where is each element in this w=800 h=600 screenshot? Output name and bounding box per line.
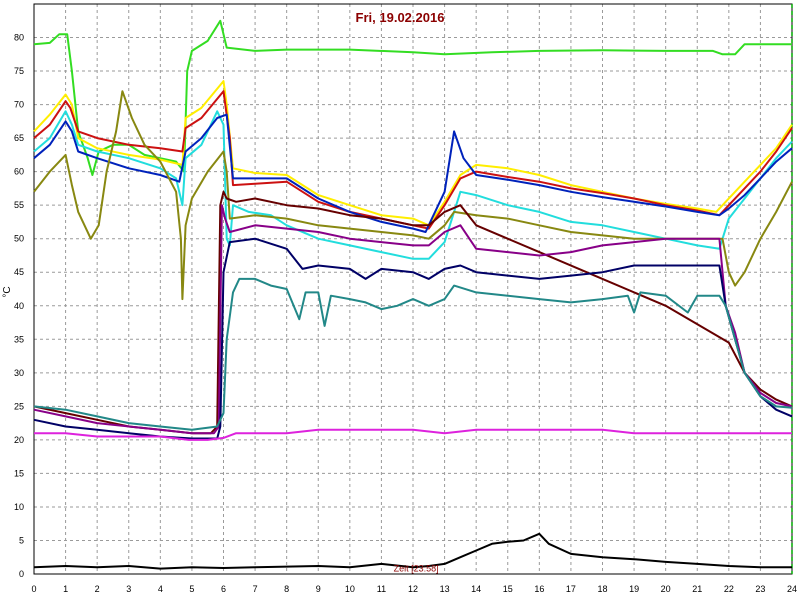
x-tick-label: 22 <box>724 584 734 594</box>
y-tick-label: 40 <box>14 301 24 311</box>
annotations: Zeit [23:58] <box>394 563 439 573</box>
x-tick-label: 4 <box>158 584 163 594</box>
y-tick-label: 15 <box>14 468 24 478</box>
y-tick-label: 30 <box>14 368 24 378</box>
y-axis-label: °C <box>2 286 13 297</box>
y-tick-label: 75 <box>14 66 24 76</box>
x-tick-label: 10 <box>345 584 355 594</box>
y-tick-label: 5 <box>19 535 24 545</box>
y-tick-label: 0 <box>19 569 24 579</box>
x-tick-label: 7 <box>253 584 258 594</box>
y-tick-label: 55 <box>14 200 24 210</box>
y-tick-label: 10 <box>14 502 24 512</box>
chart-title: Fri, 19.02.2016 <box>356 10 445 25</box>
x-tick-label: 19 <box>629 584 639 594</box>
y-tick-label: 35 <box>14 334 24 344</box>
x-tick-label: 16 <box>534 584 544 594</box>
x-tick-label: 15 <box>503 584 513 594</box>
y-tick-label: 70 <box>14 100 24 110</box>
x-tick-label: 21 <box>692 584 702 594</box>
line-chart: 0 1 2 3 4 5 6 7 8 9 10 11 12 13 14 15 16 17 18 19 20 21 22 23 24… <box>0 0 800 600</box>
time-annotation: Zeit [23:58] <box>394 563 439 573</box>
x-tick-label: 9 <box>316 584 321 594</box>
x-tick-label: 3 <box>126 584 131 594</box>
x-tick-label: 5 <box>189 584 194 594</box>
y-tick-label: 65 <box>14 133 24 143</box>
x-tick-label: 8 <box>284 584 289 594</box>
x-tick-label: 20 <box>661 584 671 594</box>
y-tick-label: 45 <box>14 267 24 277</box>
x-tick-label: 23 <box>755 584 765 594</box>
x-tick-label: 2 <box>95 584 100 594</box>
y-tick-label: 60 <box>14 167 24 177</box>
x-tick-label: 13 <box>440 584 450 594</box>
chart-container: 0 1 2 3 4 5 6 7 8 9 10 11 12 13 14 15 16 17 18 19 20 21 22 23 24… <box>0 0 800 600</box>
y-tick-label: 20 <box>14 435 24 445</box>
x-tick-label: 11 <box>377 584 386 594</box>
x-tick-label: 14 <box>471 584 481 594</box>
x-tick-label: 6 <box>221 584 226 594</box>
x-tick-label: 24 <box>787 584 797 594</box>
x-tick-label: 17 <box>566 584 576 594</box>
y-tick-label: 25 <box>14 401 24 411</box>
y-tick-label: 50 <box>14 234 24 244</box>
x-tick-label: 0 <box>31 584 36 594</box>
chart-background <box>0 0 800 600</box>
x-tick-label: 12 <box>408 584 418 594</box>
x-tick-label: 1 <box>63 584 68 594</box>
y-tick-label: 80 <box>14 33 24 43</box>
x-tick-label: 18 <box>597 584 607 594</box>
